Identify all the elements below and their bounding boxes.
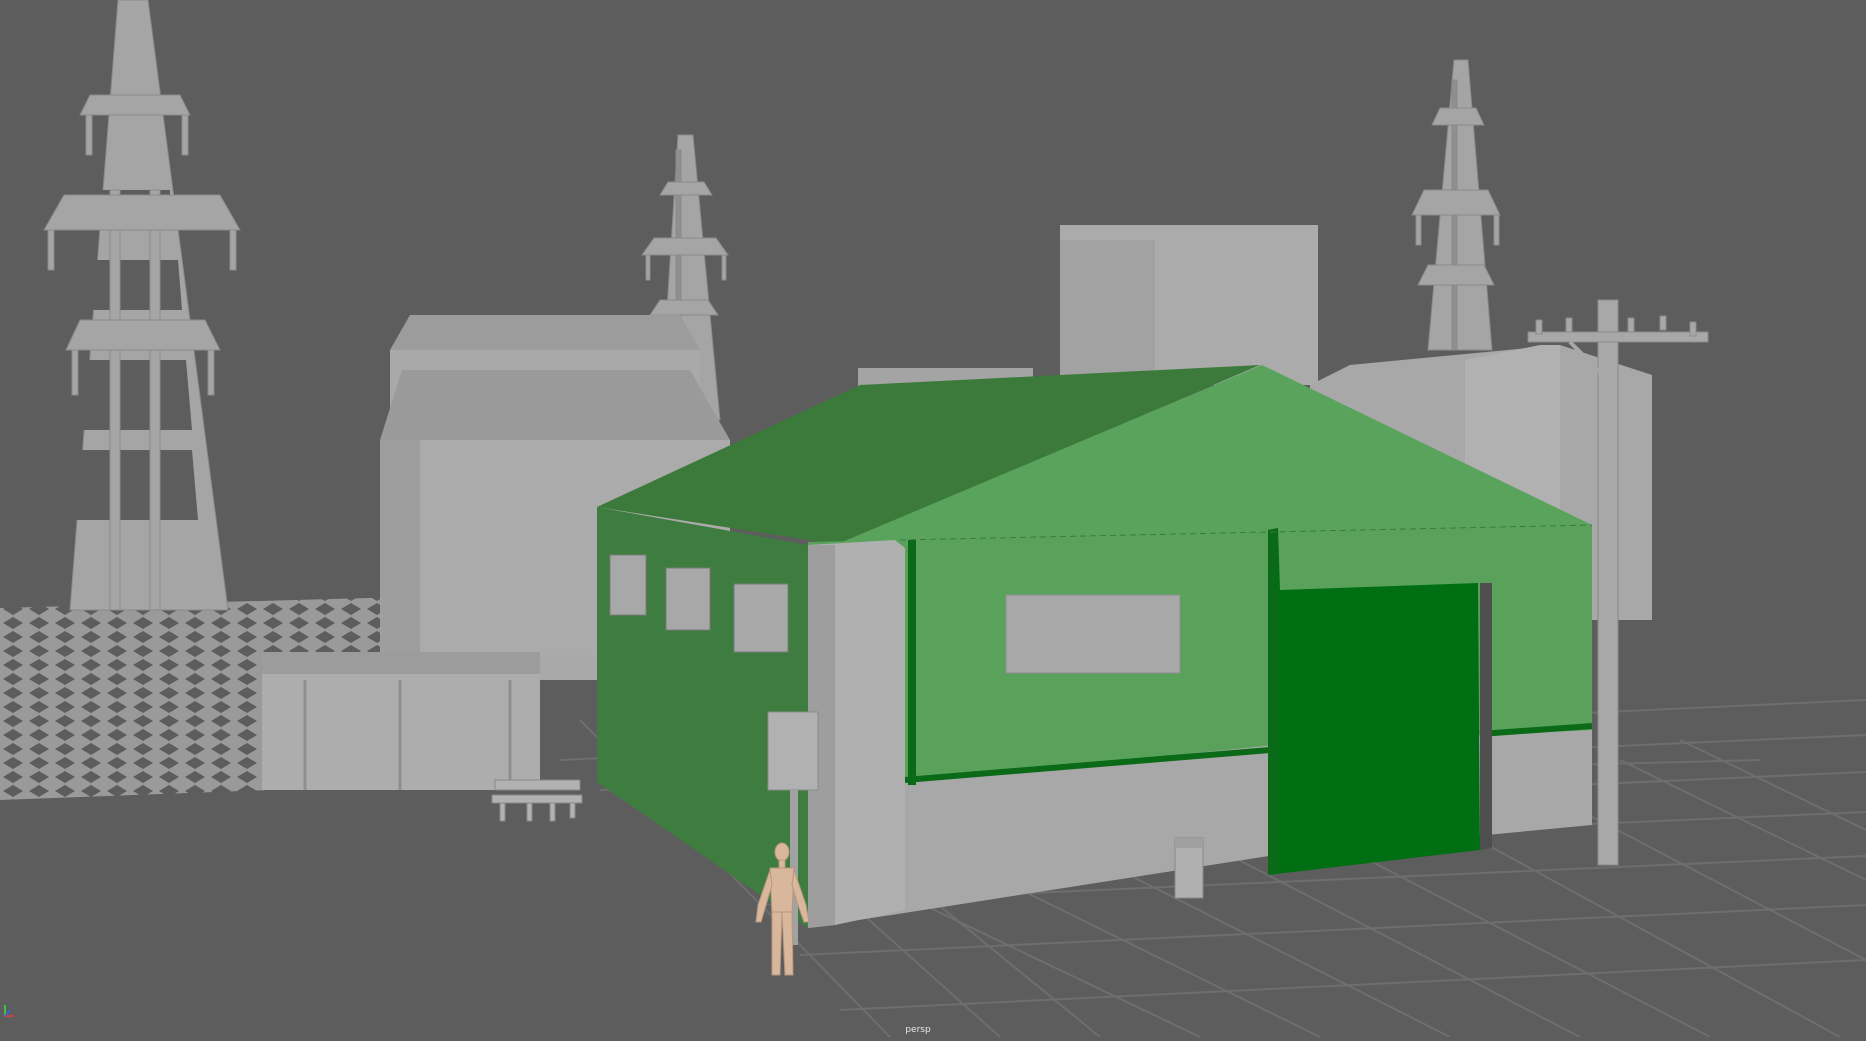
view-axis-gizmo <box>2 996 18 1020</box>
electrical-box[interactable] <box>1174 837 1204 899</box>
side-window <box>609 554 647 616</box>
low-gray-shed[interactable] <box>262 652 540 790</box>
front-window <box>1005 594 1181 674</box>
side-window <box>733 583 789 653</box>
maya-perspective-viewport[interactable] <box>0 0 1866 1038</box>
camera-name-label: persp <box>905 1025 931 1035</box>
side-window <box>665 567 711 631</box>
